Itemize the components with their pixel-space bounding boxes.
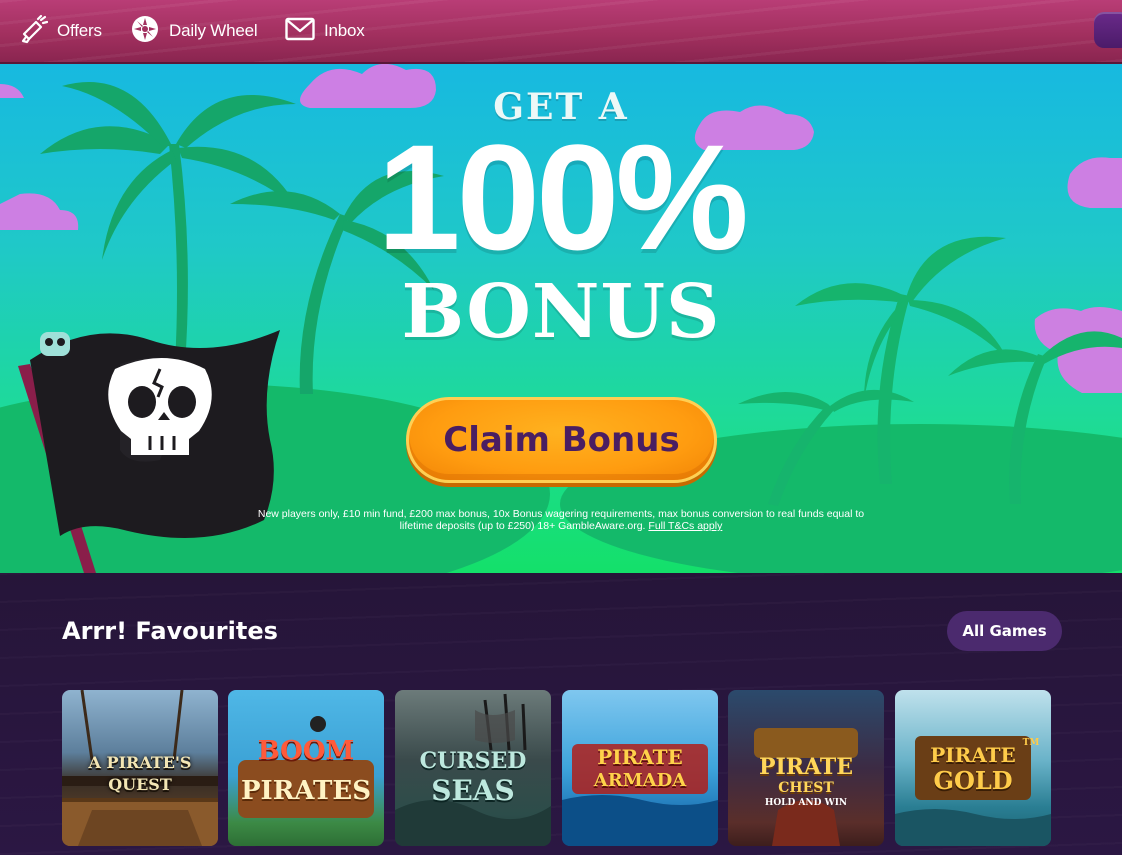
nav-daily-wheel-label: Daily Wheel: [169, 21, 258, 40]
game-subtitle: ARMADA: [593, 770, 687, 791]
wheel-icon: [130, 14, 160, 48]
game-subtitle: SEAS: [431, 774, 515, 807]
claim-bonus-button[interactable]: Claim Bonus: [406, 397, 717, 483]
top-navigation-bar: Offers Daily Wheel Inbox: [0, 0, 1122, 64]
claim-bonus-label: Claim Bonus: [443, 420, 680, 460]
game-title: BOOM: [257, 736, 355, 766]
full-terms-link[interactable]: Full T&Cs apply: [648, 520, 722, 532]
game-tile[interactable]: A PIRATE'S QUEST: [62, 690, 218, 846]
game-subtitle: CHEST: [778, 780, 834, 796]
envelope-icon: [285, 17, 315, 45]
game-tile[interactable]: PIRATE CHEST HOLD AND WIN: [728, 690, 884, 846]
game-title: CURSED: [419, 748, 527, 774]
megaphone-icon: [20, 14, 49, 48]
trademark-mark: TM: [1022, 738, 1040, 748]
game-subtitle: GOLD: [933, 766, 1013, 795]
hero-headline-percent: 100%: [377, 113, 749, 281]
game-title: PIRATE: [758, 754, 854, 780]
terms-body: New players only, £10 min fund, £200 max…: [257, 508, 865, 532]
account-button[interactable]: [1094, 12, 1122, 48]
nav-offers[interactable]: Offers: [20, 14, 102, 48]
game-tile[interactable]: BOOM PIRATES: [228, 690, 384, 846]
nav-offers-label: Offers: [57, 21, 102, 40]
hero-headline-bottom: BONUS: [401, 269, 721, 355]
nav-inbox-label: Inbox: [324, 21, 365, 40]
nav-inbox[interactable]: Inbox: [285, 14, 365, 48]
all-games-label: All Games: [962, 622, 1047, 640]
promo-hero-banner: GET A 100% BONUS Claim Bonus New players…: [0, 64, 1122, 573]
game-art: [238, 716, 374, 818]
game-tile[interactable]: CURSED SEAS: [395, 690, 551, 846]
all-games-button[interactable]: All Games: [947, 611, 1062, 651]
section-title: Arrr! Favourites: [62, 617, 278, 645]
game-tile[interactable]: PIRATE ARMADA: [562, 690, 718, 846]
game-title: A PIRATE'S QUEST: [88, 753, 192, 794]
game-tagline: HOLD AND WIN: [764, 798, 848, 808]
game-tile[interactable]: PIRATE GOLD TM: [895, 690, 1051, 846]
favourites-section: Arrr! Favourites All Games A PIRATE'S QU…: [0, 573, 1122, 855]
game-subtitle: PIRATES: [240, 776, 371, 806]
terms-text: New players only, £10 min fund, £200 max…: [250, 508, 872, 532]
game-title: PIRATE: [597, 745, 683, 769]
nav-daily-wheel[interactable]: Daily Wheel: [130, 14, 258, 48]
